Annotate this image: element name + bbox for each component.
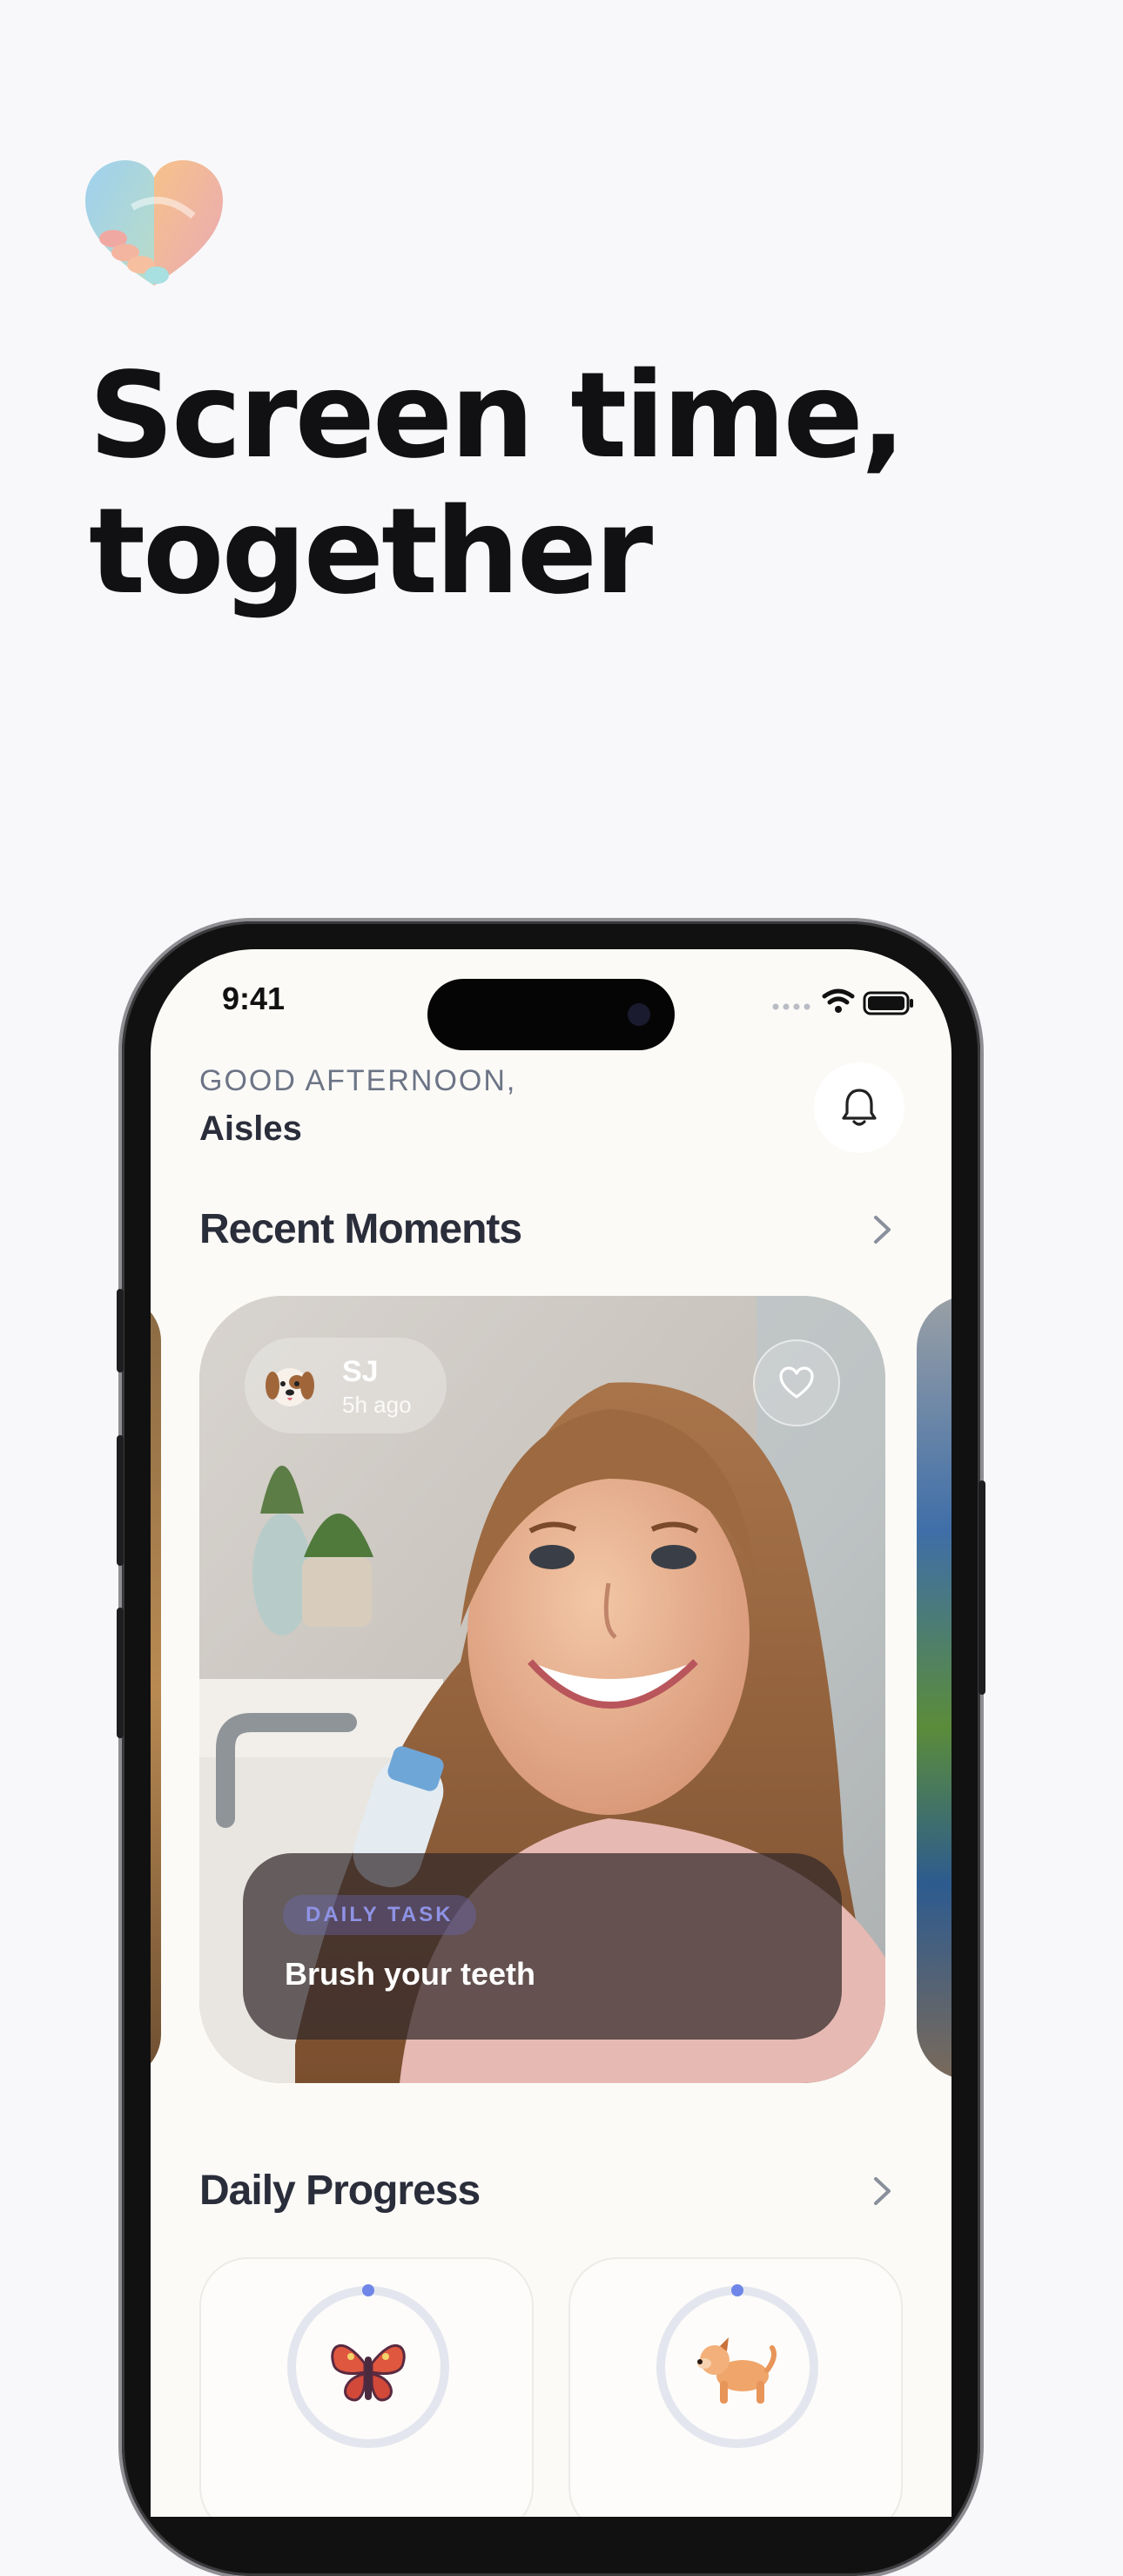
moment-time-ago: 5h ago [342,1392,412,1418]
notifications-button[interactable] [814,1062,904,1153]
author-initials: SJ [342,1355,379,1388]
chevron-right-icon [874,2177,891,2205]
status-time: 9:41 [222,981,286,1016]
daily-progress-see-all-button[interactable] [864,2174,899,2208]
headline-line-1: Screen time, [89,347,906,485]
battery-icon [863,991,913,1015]
progress-ring [656,2284,818,2448]
progress-card-dog[interactable] [568,2257,903,2517]
task-panel: DAILY TASK Brush your teeth [243,1853,842,2040]
greeting-salutation: GOOD AFTERNOON, [199,1064,517,1097]
moment-card[interactable]: SJ 5h ago DAILY TASK Brush your teeth [199,1296,885,2083]
recent-moments-see-all-button[interactable] [864,1212,899,1247]
phone-volume-down-button [117,1608,124,1738]
bell-icon [842,1089,877,1126]
next-moment-card[interactable] [917,1296,952,2080]
cellular-signal-icon [772,1003,810,1010]
daily-progress-title: Daily Progress [199,2168,481,2214]
wifi-icon [822,988,855,1005]
recent-moments-title: Recent Moments [199,1206,522,1252]
dynamic-island [427,979,675,1050]
like-button[interactable] [753,1339,840,1426]
greeting-name: Aisles [199,1109,302,1148]
task-title: Brush your teeth [285,1956,536,1992]
dog-icon [697,2337,777,2404]
progress-card-butterfly[interactable] [199,2257,534,2517]
app-screen: 9:41 GOOD AFTERNOON, Aisles Recent Momen… [151,949,952,2517]
progress-ring [287,2284,449,2448]
puppy-emoji-avatar [264,1359,316,1412]
task-badge: DAILY TASK [283,1895,476,1935]
hero-headline: Screen time, together [89,347,906,621]
phone-side-button [978,1480,985,1695]
chevron-right-icon [874,1216,891,1244]
author-chip[interactable]: SJ 5h ago [245,1338,447,1433]
butterfly-icon [331,2344,406,2402]
previous-moment-card[interactable] [151,1296,161,2080]
heart-icon [779,1366,814,1399]
phone-action-button [117,1289,124,1372]
status-icons [769,988,917,1017]
phone-volume-up-button [117,1435,124,1566]
handshake-heart-icon [80,155,228,294]
headline-line-2: together [89,483,653,621]
